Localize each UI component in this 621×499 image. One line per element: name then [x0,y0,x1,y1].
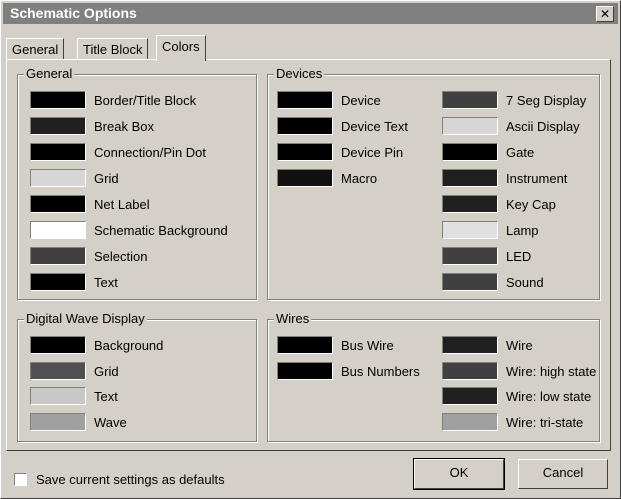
color-label: Selection [94,249,148,264]
color-swatch[interactable] [442,361,498,380]
color-label: Lamp [506,223,539,238]
color-label: Net Label [94,197,150,212]
color-swatch[interactable] [442,273,498,291]
tab-label: General [12,42,59,57]
color-label: Background [94,338,164,353]
save-defaults-label: Save current settings as defaults [36,472,225,487]
color-swatch[interactable] [30,91,86,109]
color-label: Device [341,93,381,108]
color-label: Wire: tri-state [506,414,584,430]
color-label: Text [94,389,118,404]
color-swatch[interactable] [30,143,86,161]
cancel-button[interactable]: Cancel [518,459,608,489]
color-label: Macro [341,171,378,186]
color-label: Bus Numbers [341,363,420,379]
tab-title-block[interactable]: Title Block [77,38,149,60]
color-label: Device Text [341,119,408,134]
color-swatch[interactable] [277,169,333,187]
group-title: Devices [274,66,325,81]
group-title: Digital Wave Display [24,311,147,326]
color-label: Connection/Pin Dot [94,145,207,160]
color-swatch[interactable] [30,273,86,291]
color-label: Sound [506,275,544,290]
color-swatch[interactable] [277,117,333,135]
color-label: Grid [94,171,119,186]
general-group: General Border/Title Block Break Box Conne… [17,67,257,300]
color-label: Device Pin [341,145,404,160]
color-label: Bus Wire [341,338,394,353]
color-swatch[interactable] [277,361,333,380]
close-icon: ✕ [599,7,611,21]
color-swatch[interactable] [30,361,86,380]
color-swatch[interactable] [442,143,498,161]
ok-button-label: OK [449,465,469,480]
color-swatch[interactable] [442,221,498,239]
color-label: Break Box [94,119,154,134]
color-swatch[interactable] [442,117,498,135]
group-title: General [24,66,75,81]
color-swatch[interactable] [442,387,498,405]
color-swatch[interactable] [442,412,498,431]
color-swatch[interactable] [442,336,498,354]
tab-colors[interactable]: Colors [156,35,206,61]
ok-button[interactable]: OK [413,458,505,490]
group-title: Wires [274,311,312,326]
color-swatch[interactable] [277,143,333,161]
color-label: Gate [506,145,535,160]
color-label: Ascii Display [506,119,580,134]
tab-label: Colors [162,39,200,54]
color-swatch[interactable] [442,195,498,213]
color-label: Wire [506,338,533,353]
color-swatch[interactable] [30,247,86,265]
color-swatch[interactable] [277,336,333,354]
color-label: Key Cap [506,197,556,212]
color-label: Wire: low state [506,389,592,404]
color-swatch[interactable] [30,195,86,213]
color-swatch[interactable] [30,169,86,187]
color-label: LED [506,249,532,264]
color-swatch[interactable] [30,387,86,405]
close-button[interactable]: ✕ [596,6,614,22]
devices-group: Devices Device Device Text Device Pin Macro… [267,67,600,300]
color-label: Wave [94,414,127,430]
color-swatch[interactable] [30,336,86,354]
color-label: 7 Seg Display [506,93,587,108]
color-label: Schematic Background [94,223,228,238]
colors-tab-panel: General Border/Title Block Break Box Conne… [6,59,611,451]
color-label: Instrument [506,171,568,186]
color-label: Grid [94,363,119,379]
save-defaults-checkbox[interactable] [14,473,27,486]
color-swatch[interactable] [30,412,86,431]
color-swatch[interactable] [277,91,333,109]
color-label: Text [94,275,118,290]
color-swatch[interactable] [442,247,498,265]
tab-label: Title Block [83,42,143,57]
color-swatch[interactable] [442,169,498,187]
dialog-title: Schematic Options [10,5,137,21]
color-swatch[interactable] [30,221,86,239]
color-label: Border/Title Block [94,93,197,108]
tab-general[interactable]: General [6,38,65,60]
digital-wave-display-group: Digital Wave Display Background Grid Text W… [17,312,257,442]
title-bar[interactable]: Schematic Options ✕ [3,3,618,24]
color-swatch[interactable] [30,117,86,135]
cancel-button-label: Cancel [542,465,584,480]
wires-group: Wires Bus Wire Bus Numbers Wire Wire: high… [267,312,600,442]
color-swatch[interactable] [442,91,498,109]
color-label: Wire: high state [506,363,597,379]
